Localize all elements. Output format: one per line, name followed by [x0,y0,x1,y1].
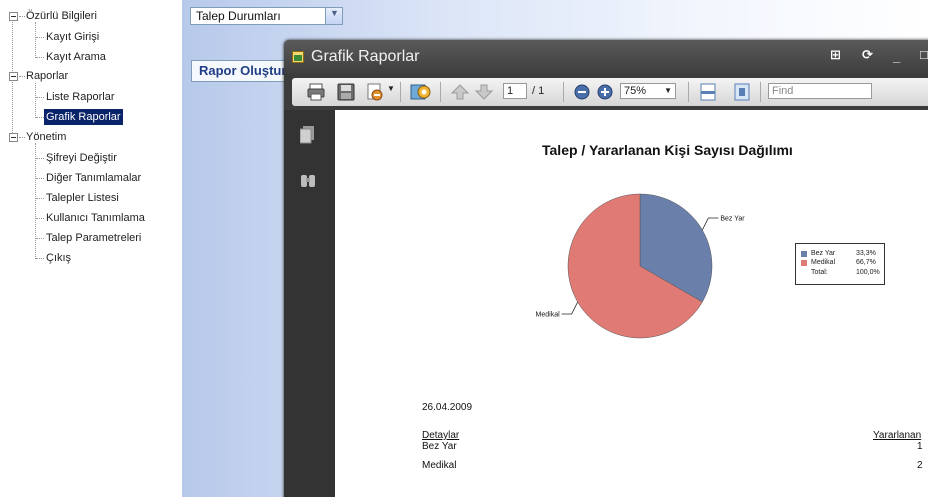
tree-connector [36,198,44,199]
pie-slice-label: Bez Yar [720,216,745,223]
refresh-icon[interactable]: ⟳ [862,47,873,63]
toolbar-separator [563,82,564,102]
page-total: / 1 [532,85,545,97]
tree-connector [35,83,36,118]
report-viewer-page: Talep / Yararlanan Kişi Sayısı Dağılımı … [335,110,928,497]
chevron-down-icon: ▼ [664,86,672,95]
value-column-header: Yararlanan [873,430,922,441]
tree-item-cikis[interactable]: Çıkış [46,250,71,266]
table-row-value: 1 [917,441,923,452]
tree-connector [36,258,44,259]
details-column-header: Detaylar [422,430,460,441]
tree-group-raporlar[interactable]: Raporlar [26,68,68,84]
toolbar-separator [688,82,689,102]
minimize-icon[interactable]: _ [893,49,900,64]
report-side-panel [284,110,335,497]
tree-item-talep-parametreleri[interactable]: Talep Parametreleri [46,230,141,246]
legend-label: Bez Yar [811,250,836,257]
maximize-icon[interactable]: □ [920,47,928,62]
tree-connector [36,178,44,179]
tree-group-yonetim[interactable]: Yönetim [26,129,66,145]
tree-connector [36,117,44,118]
tree-connector [36,57,44,58]
refresh-report-icon[interactable] [410,82,431,102]
report-date: 26.04.2009 [422,402,473,413]
window-title: Grafik Raporlar [311,48,420,65]
table-row-label: Bez Yar [422,441,457,452]
tree-connector [36,158,44,159]
tree-connector [12,20,13,73]
page-down-icon[interactable] [474,82,494,102]
toolbar-separator [760,82,761,102]
tree-connector [36,238,44,239]
table-row-label: Medikal [422,460,457,471]
page-up-icon[interactable] [450,82,470,102]
save-icon[interactable] [336,82,356,102]
tree-item-kayit-arama[interactable]: Kayıt Arama [46,49,106,65]
zoom-select[interactable]: 75% ▼ [620,83,676,99]
legend-percent: 66,7% [856,259,876,266]
tree-item-grafik-raporlar[interactable]: Grafik Raporlar [44,109,123,125]
tree-connector [35,22,36,58]
print-icon[interactable] [306,82,326,102]
tree-connector [36,97,44,98]
report-window-icon [292,51,304,63]
document-map-icon[interactable] [299,126,316,144]
report-type-select-value: Talep Durumları [196,9,281,23]
tree-item-kullanici-tanimlama[interactable]: Kullanıcı Tanımlama [46,210,145,226]
search-binoculars-icon[interactable] [300,172,316,190]
tree-connector [12,80,13,137]
legend-label: Medikal [811,259,836,266]
navigation-tree: Özürlü Bilgileri Kayıt Girişi Kayıt Aram… [0,0,182,497]
tree-connector [19,137,25,138]
tree-connector [36,37,44,38]
whole-page-icon[interactable] [732,82,752,102]
chevron-down-icon[interactable]: ▼ [325,8,342,24]
tree-item-talepler-listesi[interactable]: Talepler Listesi [46,190,119,206]
main-panel: Talep Durumları ▼ Rapor Oluştur Grafik R… [182,0,928,497]
page-width-icon[interactable] [698,82,718,102]
legend-swatch [801,251,807,257]
tree-item-sifreyi-degistir[interactable]: Şifreyi Değiştir [46,150,117,166]
toolbar-separator [440,82,441,102]
chart-title: Talep / Yararlanan Kişi Sayısı Dağılımı [542,142,793,158]
export-icon[interactable] [365,82,385,102]
pie-leader-line [701,217,719,231]
window-titlebar[interactable]: Grafik Raporlar ⊞ ⟳ _ □ [284,40,928,74]
pie-leader-line [561,301,579,315]
page-number-input[interactable]: 1 [503,83,527,99]
tree-connector [19,16,25,17]
legend-percent: 33,3% [856,250,876,257]
zoom-out-icon[interactable] [572,82,592,102]
collapse-toggle-icon[interactable] [9,12,18,21]
collapse-toggle-icon[interactable] [9,133,18,142]
report-toolbar: ▼ 1 / 1 75% ▼ Find [292,78,928,106]
report-type-select[interactable]: Talep Durumları ▼ [190,7,343,25]
report-window: Grafik Raporlar ⊞ ⟳ _ □ ▼ 1 / 1 75% ▼ Fi… [284,40,928,497]
pie-slice-label: Medikal [536,312,561,319]
zoom-select-value: 75% [624,85,647,97]
tree-connector [36,218,44,219]
export-dropdown-icon[interactable]: ▼ [387,84,395,93]
legend-total-label: Total: [811,269,828,276]
pin-icon[interactable]: ⊞ [830,47,841,63]
legend-total-value: 100,0% [856,269,880,276]
tree-item-kayit-girisi[interactable]: Kayıt Girişi [46,29,99,45]
toolbar-separator [400,82,401,102]
tree-group-ozurlu-bilgileri[interactable]: Özürlü Bilgileri [26,8,97,24]
tree-item-liste-raporlar[interactable]: Liste Raporlar [46,89,114,105]
legend-swatch [801,260,807,266]
table-row-value: 2 [917,460,923,471]
tree-connector [35,143,36,259]
tree-item-diger-tanimlamalar[interactable]: Diğer Tanımlamalar [46,170,141,186]
find-input[interactable]: Find [768,83,872,99]
collapse-toggle-icon[interactable] [9,72,18,81]
tree-connector [19,76,25,77]
chart-legend: Bez Yar 33,3% Medikal 66,7% Total: 100,0… [795,243,885,285]
pie-chart: Bez Yar Medikal [536,193,745,339]
zoom-in-icon[interactable] [595,82,615,102]
